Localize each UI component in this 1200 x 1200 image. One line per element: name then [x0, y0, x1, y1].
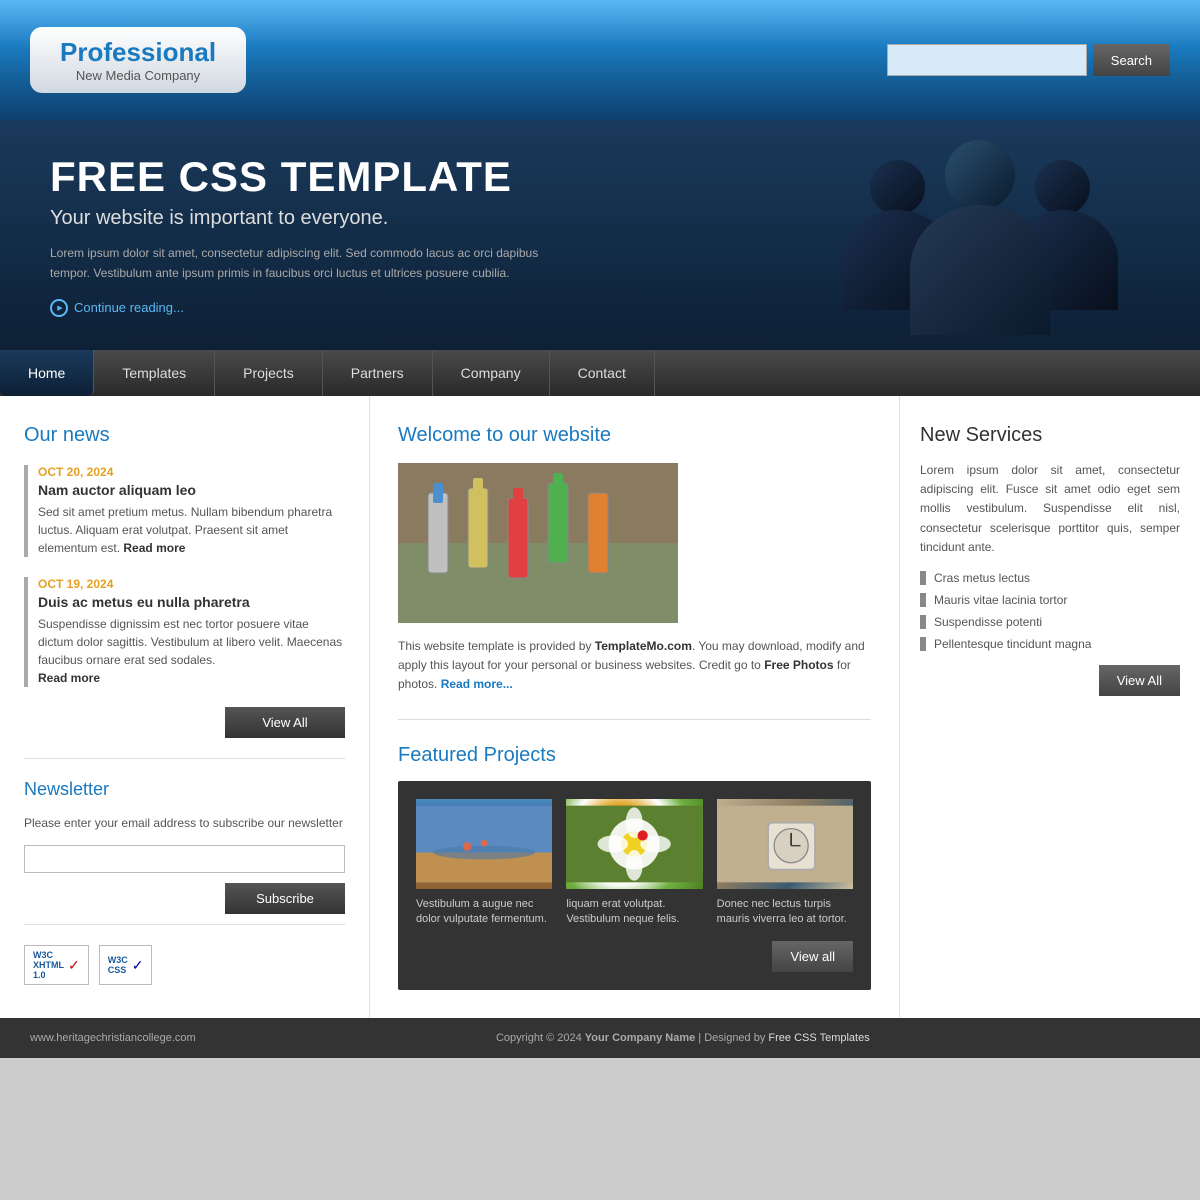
news-text-2: Suspendisse dignissim est nec tortor pos…	[38, 615, 345, 687]
news-text-1: Sed sit amet pretium metus. Nullam biben…	[38, 503, 345, 557]
w3c-badges: W3CXHTML1.0 ✓ W3CCSS ✓	[24, 945, 345, 985]
nav-item-contact[interactable]: Contact	[550, 350, 655, 396]
news-title-2: Duis ac metus eu nulla pharetra	[38, 594, 345, 610]
projects-view-all-area: View all	[416, 941, 853, 972]
xhtml-check-icon: ✓	[68, 957, 80, 974]
nav-item-home[interactable]: Home	[0, 350, 94, 396]
designer-link[interactable]: Free CSS Templates	[768, 1032, 869, 1044]
company-name: Professional	[60, 37, 216, 68]
search-area: Search	[887, 44, 1170, 76]
welcome-title: Welcome to our website	[398, 424, 871, 447]
tagline: New Media Company	[60, 68, 216, 83]
template-link[interactable]: TemplateMo.com	[595, 639, 692, 653]
services-title: New Services	[920, 424, 1180, 447]
project-item-2: liquam erat volutpat. Vestibulum neque f…	[566, 799, 702, 928]
service-bar-2	[920, 593, 926, 607]
w3c-css-badge: W3CCSS ✓	[99, 945, 153, 985]
service-label-4: Pellentesque tincidunt magna	[934, 637, 1091, 651]
service-label-2: Mauris vitae lacinia tortor	[934, 593, 1067, 607]
service-bar-3	[920, 615, 926, 629]
projects-grid: Vestibulum a augue nec dolor vulputate f…	[416, 799, 853, 928]
service-item-2: Mauris vitae lacinia tortor	[920, 593, 1180, 607]
project-thumb-1	[416, 799, 552, 889]
service-bar-1	[920, 571, 926, 585]
services-view-all-button[interactable]: View All	[1099, 665, 1180, 696]
featured-image	[398, 463, 678, 623]
css-check-icon: ✓	[132, 957, 144, 974]
sidebar: Our news OCT 20, 2024 Nam auctor aliquam…	[0, 396, 370, 1018]
right-sidebar: New Services Lorem ipsum dolor sit amet,…	[900, 396, 1200, 1018]
service-label-3: Suspendisse potenti	[934, 615, 1042, 629]
banner-body: Lorem ipsum dolor sit amet, consectetur …	[50, 244, 570, 282]
center-content: Welcome to our website This website temp…	[370, 396, 900, 1018]
sidebar-divider-1	[24, 758, 345, 759]
logo: Professional New Media Company	[30, 27, 246, 93]
center-divider	[398, 719, 871, 720]
services-description: Lorem ipsum dolor sit amet, consectetur …	[920, 461, 1180, 557]
banner-content: FREE CSS TEMPLATE Your website is import…	[0, 123, 620, 346]
service-item-1: Cras metus lectus	[920, 571, 1180, 585]
photos-link[interactable]: Free Photos	[764, 658, 833, 672]
news-title: Our news	[24, 424, 345, 447]
nav-item-partners[interactable]: Partners	[323, 350, 433, 396]
news-view-all-button[interactable]: View All	[225, 707, 345, 738]
service-bar-4	[920, 637, 926, 651]
sidebar-divider-2	[24, 924, 345, 925]
projects-view-all-button[interactable]: View all	[772, 941, 853, 972]
search-input[interactable]	[887, 44, 1087, 76]
nav: Home Templates Projects Partners Company…	[0, 350, 1200, 396]
nav-item-templates[interactable]: Templates	[94, 350, 215, 396]
banner-read-more[interactable]: Continue reading...	[50, 299, 570, 317]
silhouette-left-head	[870, 160, 925, 215]
nav-item-company[interactable]: Company	[433, 350, 550, 396]
project-caption-2: liquam erat volutpat. Vestibulum neque f…	[566, 897, 702, 928]
service-item-3: Suspendisse potenti	[920, 615, 1180, 629]
project-item-1: Vestibulum a augue nec dolor vulputate f…	[416, 799, 552, 928]
newsletter-description: Please enter your email address to subsc…	[24, 814, 345, 833]
footer-copyright: Copyright © 2024 Your Company Name | Des…	[196, 1032, 1170, 1044]
news-bar-1	[24, 465, 28, 557]
project-caption-3: Donec nec lectus turpis mauris viverra l…	[717, 897, 853, 928]
newsletter-email-input[interactable]	[24, 845, 345, 873]
search-button[interactable]: Search	[1093, 44, 1170, 76]
news-date-1: OCT 20, 2024	[38, 465, 345, 479]
news-read-more-1[interactable]: Read more	[123, 541, 185, 555]
project-item-3: Donec nec lectus turpis mauris viverra l…	[717, 799, 853, 928]
news-item-1: OCT 20, 2024 Nam auctor aliquam leo Sed …	[24, 465, 345, 557]
project-caption-1: Vestibulum a augue nec dolor vulputate f…	[416, 897, 552, 928]
projects-title: Featured Projects	[398, 744, 871, 767]
footer: www.heritagechristiancollege.com Copyrig…	[0, 1018, 1200, 1058]
banner: FREE CSS TEMPLATE Your website is import…	[0, 120, 1200, 350]
news-item-2: OCT 19, 2024 Duis ac metus eu nulla phar…	[24, 577, 345, 687]
newsletter-title: Newsletter	[24, 779, 345, 800]
news-date-2: OCT 19, 2024	[38, 577, 345, 591]
welcome-read-more[interactable]: Read more...	[441, 677, 513, 691]
subscribe-button[interactable]: Subscribe	[225, 883, 345, 914]
main-content: Our news OCT 20, 2024 Nam auctor aliquam…	[0, 396, 1200, 1018]
services-view-all-area: View All	[920, 665, 1180, 696]
banner-heading: FREE CSS TEMPLATE	[50, 153, 570, 201]
services-list: Cras metus lectus Mauris vitae lacinia t…	[920, 571, 1180, 651]
service-label-1: Cras metus lectus	[934, 571, 1030, 585]
banner-subheading: Your website is important to everyone.	[50, 207, 570, 230]
play-icon	[50, 299, 68, 317]
welcome-text: This website template is provided by Tem…	[398, 637, 871, 695]
news-title-1: Nam auctor aliquam leo	[38, 482, 345, 498]
silhouette-front-body	[910, 205, 1050, 335]
header: Professional New Media Company Search	[0, 0, 1200, 120]
service-item-4: Pellentesque tincidunt magna	[920, 637, 1180, 651]
project-thumb-3	[717, 799, 853, 889]
nav-item-projects[interactable]: Projects	[215, 350, 323, 396]
w3c-xhtml-badge: W3CXHTML1.0 ✓	[24, 945, 89, 985]
news-read-more-2[interactable]: Read more	[38, 671, 100, 685]
news-bar-2	[24, 577, 28, 687]
footer-left: www.heritagechristiancollege.com	[30, 1032, 196, 1044]
projects-section: Vestibulum a augue nec dolor vulputate f…	[398, 781, 871, 991]
silhouette-right-head	[1035, 160, 1090, 215]
silhouette-front-head	[945, 140, 1015, 210]
banner-image	[790, 120, 1170, 350]
project-thumb-2	[566, 799, 702, 889]
